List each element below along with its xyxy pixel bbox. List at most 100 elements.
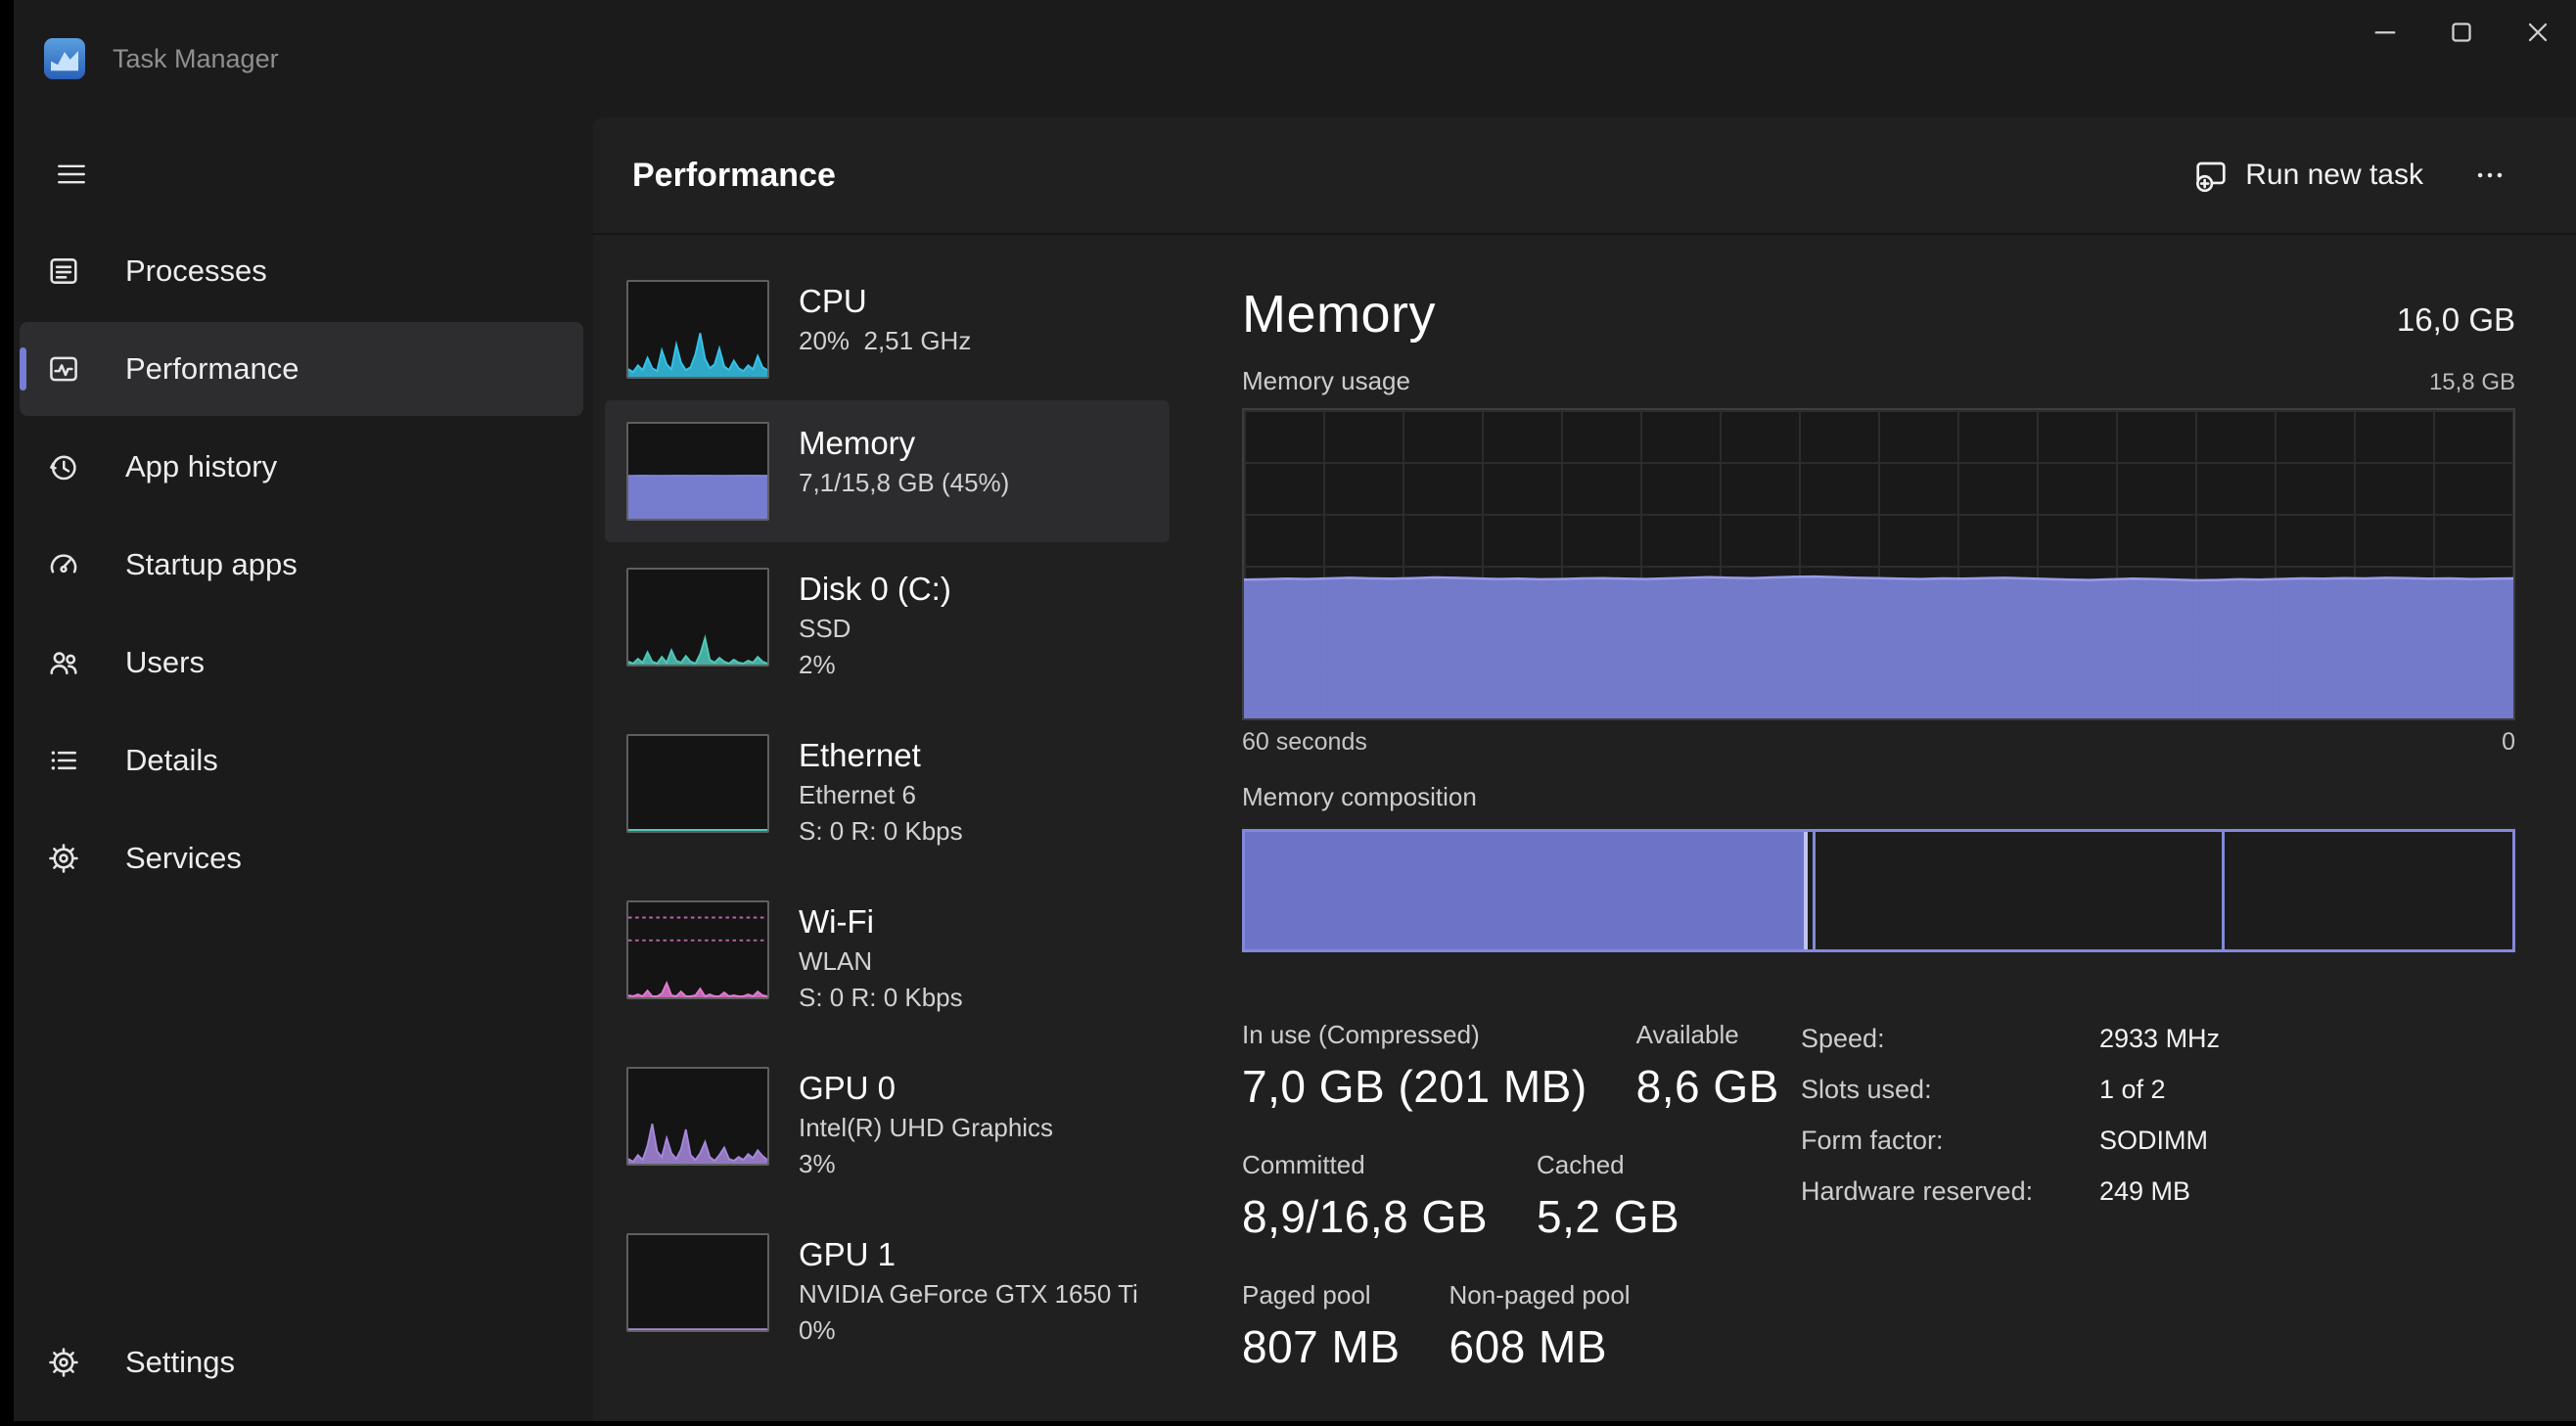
sidebar-item-label: Processes xyxy=(125,253,267,289)
minimize-button[interactable] xyxy=(2347,0,2423,65)
close-button[interactable] xyxy=(2500,0,2576,65)
memory-mini-chart xyxy=(626,422,769,521)
content-area: Performance Run new task xyxy=(593,117,2576,1421)
sidebar-item-label: Startup apps xyxy=(125,547,298,582)
sidebar-item-details[interactable]: Details xyxy=(20,713,583,807)
perf-item-disk0[interactable]: Disk 0 (C:) SSD 2% xyxy=(605,542,1170,709)
perf-item-sub: Intel(R) UHD Graphics xyxy=(799,1110,1053,1146)
content-header: Performance Run new task xyxy=(593,117,2576,235)
memory-composition-label: Memory composition xyxy=(1242,782,2515,812)
more-options-button[interactable] xyxy=(2459,148,2521,203)
perf-item-sub: 2% xyxy=(799,647,951,683)
stat-in-use: In use (Compressed) 7,0 GB (201 MB) xyxy=(1242,1020,1587,1113)
services-icon xyxy=(46,841,81,876)
gpu0-mini-chart xyxy=(626,1067,769,1166)
perf-item-sub: 3% xyxy=(799,1146,1053,1182)
perf-item-wifi[interactable]: Wi-Fi WLAN S: 0 R: 0 Kbps xyxy=(605,875,1170,1041)
sidebar-item-app-history[interactable]: App history xyxy=(20,420,583,514)
sidebar-item-label: App history xyxy=(125,449,277,484)
perf-item-sub: 7,1/15,8 GB (45%) xyxy=(799,465,1009,501)
ethernet-mini-chart xyxy=(626,734,769,833)
perf-item-sub: Ethernet 6 xyxy=(799,777,963,813)
x-axis-left-label: 60 seconds xyxy=(1242,728,1367,757)
stat-available: Available 8,6 GB xyxy=(1636,1020,1779,1113)
perf-item-gpu1[interactable]: GPU 1 NVIDIA GeForce GTX 1650 Ti 0% xyxy=(605,1208,1170,1374)
sidebar-item-label: Performance xyxy=(125,351,299,387)
maximize-icon xyxy=(2446,17,2477,48)
users-icon xyxy=(46,645,81,680)
perf-item-ethernet[interactable]: Ethernet Ethernet 6 S: 0 R: 0 Kbps xyxy=(605,709,1170,875)
sidebar-spacer xyxy=(14,905,593,1315)
cpu-mini-chart xyxy=(626,280,769,379)
perf-item-title: GPU 0 xyxy=(799,1067,1053,1110)
perf-item-sub: WLAN xyxy=(799,943,963,980)
app-history-icon xyxy=(46,449,81,484)
task-manager-logo-icon xyxy=(44,38,85,79)
memory-panel-title: Memory xyxy=(1242,284,1436,345)
perf-item-title: Wi-Fi xyxy=(799,900,963,943)
titlebar: Task Manager xyxy=(14,0,2576,117)
memory-hardware-details: Speed: 2933 MHz Slots used: 1 of 2 Form … xyxy=(1801,1020,2515,1207)
composition-segment-in_use xyxy=(1245,832,1808,949)
perf-item-sub: 0% xyxy=(799,1312,1138,1349)
ellipsis-icon xyxy=(2473,159,2507,192)
stat-cached: Cached 5,2 GB xyxy=(1537,1150,1679,1243)
sidebar-item-services[interactable]: Services xyxy=(20,811,583,905)
run-new-task-label: Run new task xyxy=(2245,159,2423,192)
sidebar-item-processes[interactable]: Processes xyxy=(20,224,583,318)
sidebar-item-performance[interactable]: Performance xyxy=(20,322,583,416)
wifi-mini-chart xyxy=(626,900,769,999)
run-new-task-button[interactable]: Run new task xyxy=(2192,157,2423,194)
x-axis-right-label: 0 xyxy=(2502,728,2515,757)
sidebar-item-users[interactable]: Users xyxy=(20,616,583,710)
window-controls xyxy=(2347,0,2576,65)
composition-segment-modified xyxy=(1808,832,1816,949)
memory-usage-label: Memory usage xyxy=(1242,366,1410,396)
sidebar-item-startup-apps[interactable]: Startup apps xyxy=(20,518,583,612)
memory-usage-axis-max: 15,8 GB xyxy=(2429,369,2515,396)
stat-committed: Committed 8,9/16,8 GB xyxy=(1242,1150,1488,1243)
minimize-icon xyxy=(2369,17,2401,48)
sidebar-item-settings[interactable]: Settings xyxy=(20,1315,583,1409)
sidebar-item-label: Users xyxy=(125,645,205,680)
hamburger-icon xyxy=(55,158,88,191)
memory-stats: In use (Compressed) 7,0 GB (201 MB) Avai… xyxy=(1242,1020,1779,1373)
perf-item-title: Ethernet xyxy=(799,734,963,777)
run-new-task-icon xyxy=(2192,157,2230,194)
stat-non-paged-pool: Non-paged pool 608 MB xyxy=(1449,1280,1631,1373)
composition-segment-free xyxy=(2225,832,2512,949)
close-icon xyxy=(2522,17,2553,48)
settings-gear-icon xyxy=(46,1345,81,1380)
perf-item-title: GPU 1 xyxy=(799,1233,1138,1276)
perf-item-cpu[interactable]: CPU 20% 2,51 GHz xyxy=(605,258,1170,400)
page-title: Performance xyxy=(632,157,836,195)
gpu1-mini-chart xyxy=(626,1233,769,1332)
memory-usage-chart xyxy=(1242,408,2515,720)
perf-item-title: CPU xyxy=(799,280,971,323)
processes-icon xyxy=(46,253,81,289)
perf-item-memory[interactable]: Memory 7,1/15,8 GB (45%) xyxy=(605,400,1170,542)
perf-item-sub: 20% 2,51 GHz xyxy=(799,323,971,359)
perf-item-sub: S: 0 R: 0 Kbps xyxy=(799,813,963,850)
memory-capacity: 16,0 GB xyxy=(2397,301,2515,345)
sidebar-item-label: Settings xyxy=(125,1345,235,1380)
performance-icon xyxy=(46,351,81,387)
maximize-button[interactable] xyxy=(2423,0,2500,65)
startup-apps-icon xyxy=(46,547,81,582)
disk0-mini-chart xyxy=(626,568,769,667)
details-icon xyxy=(46,743,81,778)
performance-list: CPU 20% 2,51 GHz Memory 7,1/15,8 GB (45%… xyxy=(593,235,1170,1421)
memory-detail-panel: Memory 16,0 GB Memory usage 15,8 GB 60 s… xyxy=(1170,235,2576,1421)
sidebar-item-label: Services xyxy=(125,841,242,876)
perf-item-sub: S: 0 R: 0 Kbps xyxy=(799,980,963,1016)
memory-composition-bar xyxy=(1242,829,2515,952)
stat-paged-pool: Paged pool 807 MB xyxy=(1242,1280,1401,1373)
composition-segment-standby xyxy=(1816,832,2225,949)
perf-item-sub: SSD xyxy=(799,611,951,647)
task-manager-window: Task Manager Processes xyxy=(0,0,2576,1426)
perf-item-title: Disk 0 (C:) xyxy=(799,568,951,611)
perf-item-title: Memory xyxy=(799,422,1009,465)
perf-item-gpu0[interactable]: GPU 0 Intel(R) UHD Graphics 3% xyxy=(605,1041,1170,1208)
menu-toggle-button[interactable] xyxy=(37,143,106,206)
window-title: Task Manager xyxy=(113,44,279,74)
